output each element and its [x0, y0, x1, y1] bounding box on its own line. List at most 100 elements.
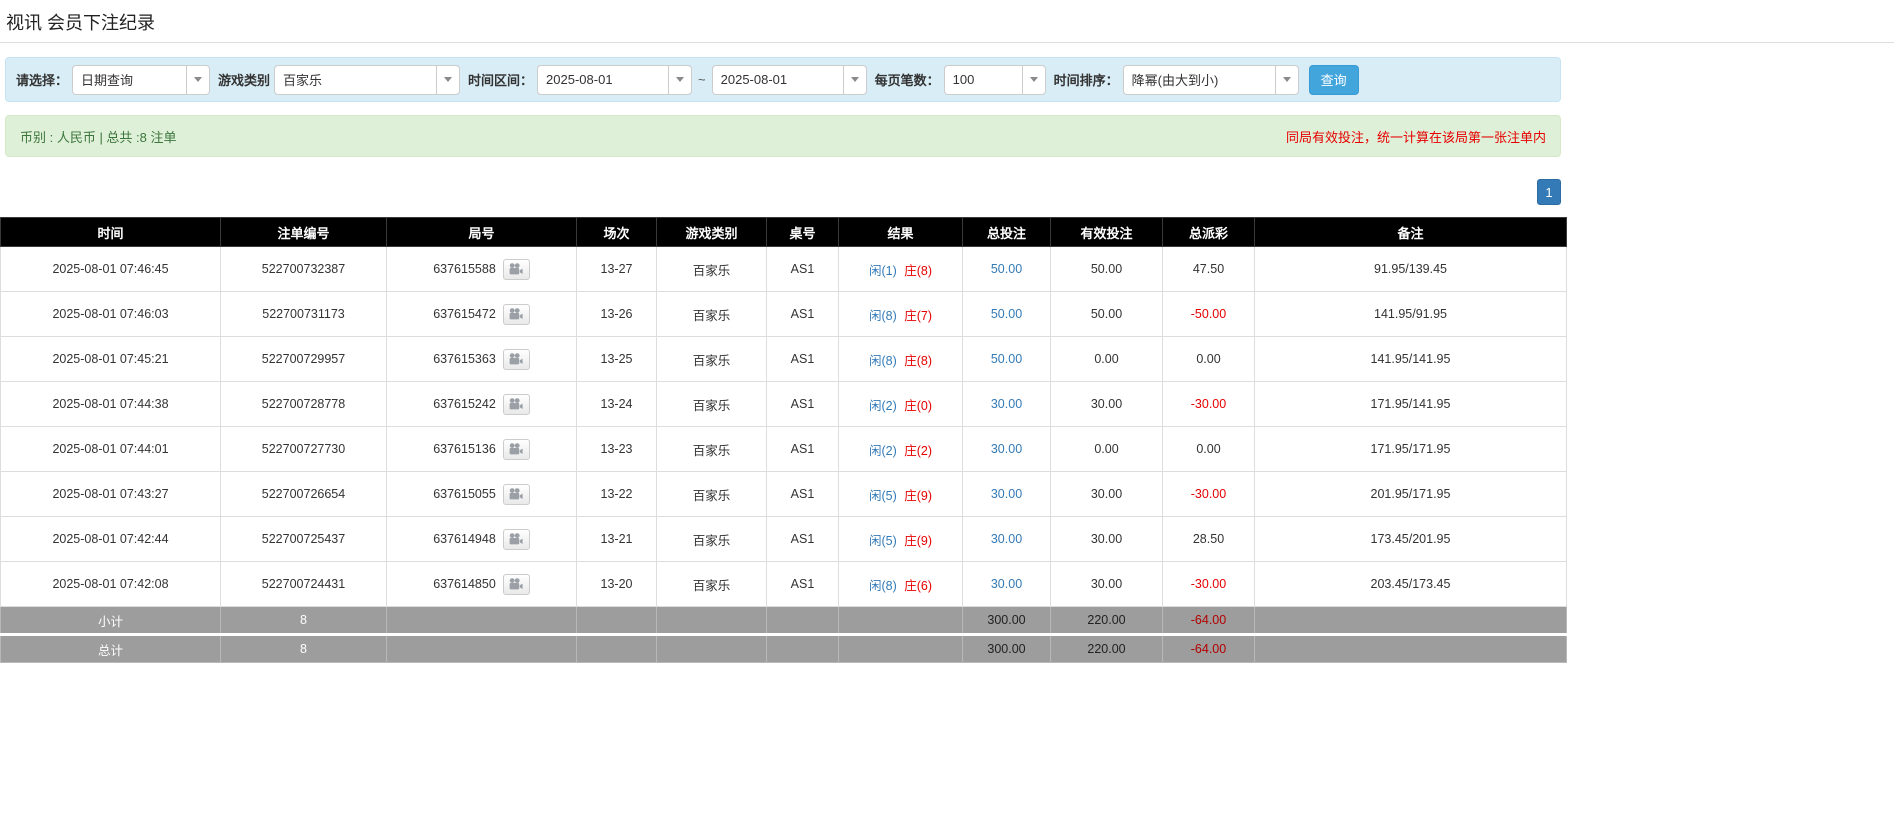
banker-result: 庄(9) [904, 489, 932, 503]
date-from-input[interactable] [537, 65, 668, 95]
game-category-input[interactable] [274, 65, 436, 95]
cell-result: 闲(1) 庄(8) [839, 247, 963, 292]
cell-time: 2025-08-01 07:44:38 [1, 382, 221, 427]
cell-note: 91.95/139.45 [1255, 247, 1567, 292]
game-category-label: 游戏类别 [218, 70, 270, 89]
cell-note: 203.45/173.45 [1255, 562, 1567, 607]
cell-result: 闲(8) 庄(8) [839, 337, 963, 382]
page-size-label: 每页笔数： [875, 70, 940, 89]
cell-time: 2025-08-01 07:45:21 [1, 337, 221, 382]
time-sort-dropdown-button[interactable] [1275, 65, 1299, 95]
cell-round: 637614948 [387, 517, 577, 562]
total-bet-link[interactable]: 50.00 [991, 262, 1022, 276]
cell-session: 13-23 [577, 427, 657, 472]
total-bet-link[interactable]: 30.00 [991, 397, 1022, 411]
cell-table: AS1 [767, 472, 839, 517]
cell-game: 百家乐 [657, 562, 767, 607]
cell-bet-id: 522700727730 [221, 427, 387, 472]
page-size-select [944, 65, 1046, 95]
table-row: 2025-08-01 07:42:44 522700725437 6376149… [1, 517, 1567, 562]
total-bet-link[interactable]: 30.00 [991, 487, 1022, 501]
search-button[interactable]: 查询 [1309, 65, 1359, 95]
col-header-table: 桌号 [767, 218, 839, 247]
video-camera-icon [509, 443, 523, 455]
total-bet-link[interactable]: 30.00 [991, 532, 1022, 546]
banker-result: 庄(7) [904, 309, 932, 323]
video-replay-button[interactable] [503, 304, 530, 325]
video-replay-button[interactable] [503, 259, 530, 280]
video-camera-icon [509, 263, 523, 275]
query-type-dropdown-button[interactable] [186, 65, 210, 95]
notice-text: 同局有效投注，统一计算在该局第一张注单内 [1286, 127, 1546, 146]
round-number: 637615055 [433, 486, 496, 500]
subtotal-count: 8 [221, 607, 387, 635]
banker-result: 庄(8) [904, 354, 932, 368]
cell-total-bet: 30.00 [963, 472, 1051, 517]
player-result: 闲(1) [869, 264, 897, 278]
total-bet-link[interactable]: 30.00 [991, 442, 1022, 456]
cell-game: 百家乐 [657, 472, 767, 517]
cell-payout: -30.00 [1163, 382, 1255, 427]
page-1-button[interactable]: 1 [1537, 179, 1561, 205]
cell-note: 141.95/91.95 [1255, 292, 1567, 337]
banker-result: 庄(2) [904, 444, 932, 458]
query-type-input[interactable] [72, 65, 186, 95]
cell-round: 637615588 [387, 247, 577, 292]
cell-total-bet: 30.00 [963, 562, 1051, 607]
page-size-input[interactable] [944, 65, 1022, 95]
col-header-bet-id: 注单编号 [221, 218, 387, 247]
video-replay-button[interactable] [503, 484, 530, 505]
cell-total-bet: 30.00 [963, 517, 1051, 562]
summary-bar: 币别 : 人民币 | 总共 :8 注单 同局有效投注，统一计算在该局第一张注单内 [5, 115, 1561, 157]
player-result: 闲(2) [869, 444, 897, 458]
cell-time: 2025-08-01 07:42:44 [1, 517, 221, 562]
cell-valid-bet: 30.00 [1051, 472, 1163, 517]
video-replay-button[interactable] [503, 439, 530, 460]
game-category-select [274, 65, 460, 95]
date-from-dropdown-button[interactable] [668, 65, 692, 95]
cell-result: 闲(5) 庄(9) [839, 517, 963, 562]
cell-bet-id: 522700725437 [221, 517, 387, 562]
cell-valid-bet: 0.00 [1051, 427, 1163, 472]
video-camera-icon [509, 488, 523, 500]
date-to-input[interactable] [712, 65, 843, 95]
cell-note: 201.95/171.95 [1255, 472, 1567, 517]
total-bet-link[interactable]: 30.00 [991, 577, 1022, 591]
page-header: 视讯 会员下注纪录 [0, 0, 1894, 43]
video-replay-button[interactable] [503, 349, 530, 370]
cell-note: 141.95/141.95 [1255, 337, 1567, 382]
date-to-dropdown-button[interactable] [843, 65, 867, 95]
cell-session: 13-26 [577, 292, 657, 337]
total-bet-link[interactable]: 50.00 [991, 352, 1022, 366]
total-valid-bet: 220.00 [1051, 635, 1163, 663]
game-category-dropdown-button[interactable] [436, 65, 460, 95]
chevron-down-icon [851, 77, 859, 82]
cell-valid-bet: 50.00 [1051, 292, 1163, 337]
table-row: 2025-08-01 07:44:38 522700728778 6376152… [1, 382, 1567, 427]
col-header-valid-bet: 有效投注 [1051, 218, 1163, 247]
cell-time: 2025-08-01 07:46:45 [1, 247, 221, 292]
video-replay-button[interactable] [503, 529, 530, 550]
video-replay-button[interactable] [503, 574, 530, 595]
round-number: 637615363 [433, 351, 496, 365]
time-sort-input[interactable] [1123, 65, 1275, 95]
total-bet-link[interactable]: 50.00 [991, 307, 1022, 321]
page-size-dropdown-button[interactable] [1022, 65, 1046, 95]
cell-round: 637615055 [387, 472, 577, 517]
round-number: 637614850 [433, 576, 496, 590]
cell-table: AS1 [767, 337, 839, 382]
round-number: 637615136 [433, 441, 496, 455]
chevron-down-icon [676, 77, 684, 82]
cell-valid-bet: 0.00 [1051, 337, 1163, 382]
video-camera-icon [509, 308, 523, 320]
cell-payout: 0.00 [1163, 337, 1255, 382]
table-body: 2025-08-01 07:46:45 522700732387 6376155… [1, 247, 1567, 607]
cell-bet-id: 522700731173 [221, 292, 387, 337]
content-area: 请选择： 游戏类别 时间区间： ~ 每页笔数： 时间排序： [0, 57, 1566, 827]
video-replay-button[interactable] [503, 394, 530, 415]
cell-session: 13-22 [577, 472, 657, 517]
cell-round: 637614850 [387, 562, 577, 607]
video-camera-icon [509, 578, 523, 590]
query-type-label: 请选择： [16, 70, 68, 89]
currency-total-text: 币别 : 人民币 | 总共 :8 注单 [20, 127, 177, 146]
